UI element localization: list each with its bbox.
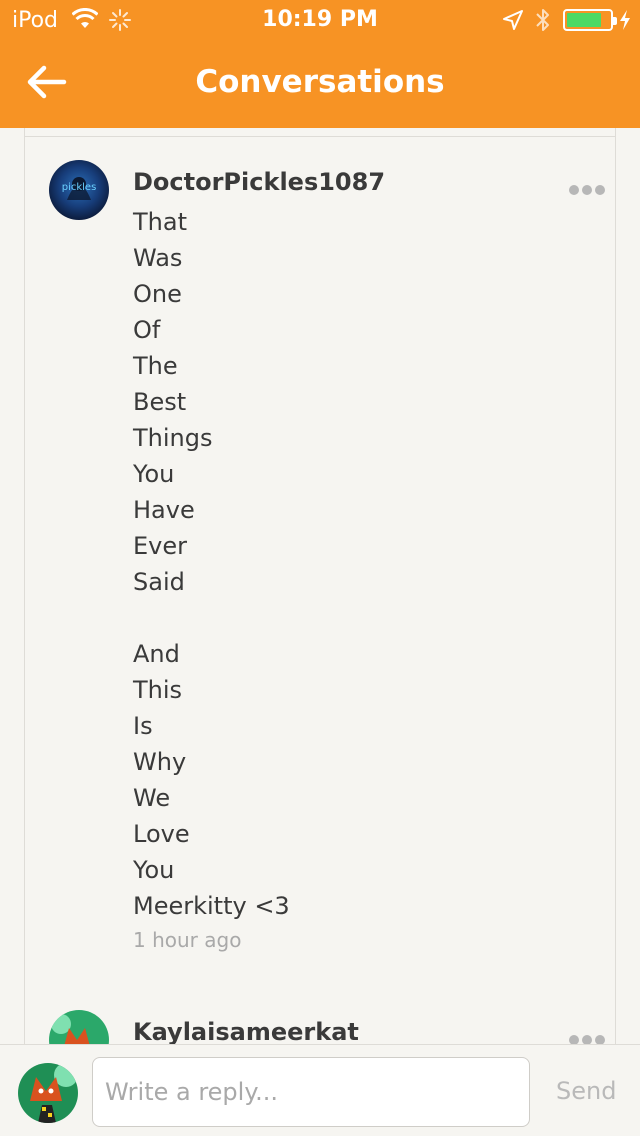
message-line: This — [133, 676, 183, 704]
charging-bolt-icon — [620, 10, 630, 30]
message-line: Was — [133, 244, 183, 272]
message-line — [133, 600, 593, 636]
message-line: That — [133, 208, 187, 236]
avatar-logo-text: pickles — [62, 182, 97, 193]
message-line: You — [133, 856, 175, 884]
message-line: Is — [133, 712, 153, 740]
conversation-panel: pickles DoctorPickles1087 That Was One Of Th… — [24, 128, 616, 1070]
message-line: Ever — [133, 532, 187, 560]
message-item: pickles DoctorPickles1087 That Was One Of Th… — [49, 160, 609, 960]
message-line: Things — [133, 424, 213, 452]
more-options-icon[interactable] — [569, 1030, 609, 1045]
message-line: Why — [133, 748, 187, 776]
screen: iPod 10:19 PM Conversations pickles Doct… — [0, 0, 640, 1136]
message-line: Love — [133, 820, 190, 848]
status-bar: iPod 10:19 PM — [0, 0, 640, 40]
message-line: Have — [133, 496, 195, 524]
location-arrow-icon — [503, 10, 523, 30]
message-line: The — [133, 352, 178, 380]
message-line: Said — [133, 568, 185, 596]
my-avatar-image — [18, 1063, 78, 1123]
send-button[interactable]: Send — [556, 1077, 616, 1105]
page-title: Conversations — [195, 64, 445, 100]
avatar-image: pickles — [49, 160, 109, 220]
timestamp: 1 hour ago — [133, 928, 242, 952]
battery-level-fill — [567, 13, 601, 27]
username[interactable]: DoctorPickles1087 — [133, 168, 385, 196]
message-line: And — [133, 640, 180, 668]
reply-bar: Send — [0, 1044, 640, 1136]
bluetooth-icon — [536, 9, 549, 31]
message-line: You — [133, 460, 175, 488]
message-line: We — [133, 784, 171, 812]
battery-nub — [613, 17, 617, 25]
username[interactable]: Kaylaisameerkat — [133, 1018, 359, 1046]
reply-input[interactable] — [92, 1057, 530, 1127]
avatar[interactable]: pickles — [49, 160, 109, 220]
more-options-icon[interactable] — [569, 180, 609, 195]
divider — [25, 136, 615, 137]
battery-icon — [563, 9, 617, 31]
message-line: Of — [133, 316, 161, 344]
message-line: One — [133, 280, 182, 308]
message-line: Best — [133, 388, 187, 416]
top-bar: iPod 10:19 PM Conversations — [0, 0, 640, 128]
message-body: That Was One Of The Best Things You Have Ever Said… — [133, 204, 593, 924]
nav-bar: Conversations — [0, 40, 640, 128]
message-line: Meerkitty <3 — [133, 892, 290, 920]
my-avatar — [18, 1063, 78, 1123]
